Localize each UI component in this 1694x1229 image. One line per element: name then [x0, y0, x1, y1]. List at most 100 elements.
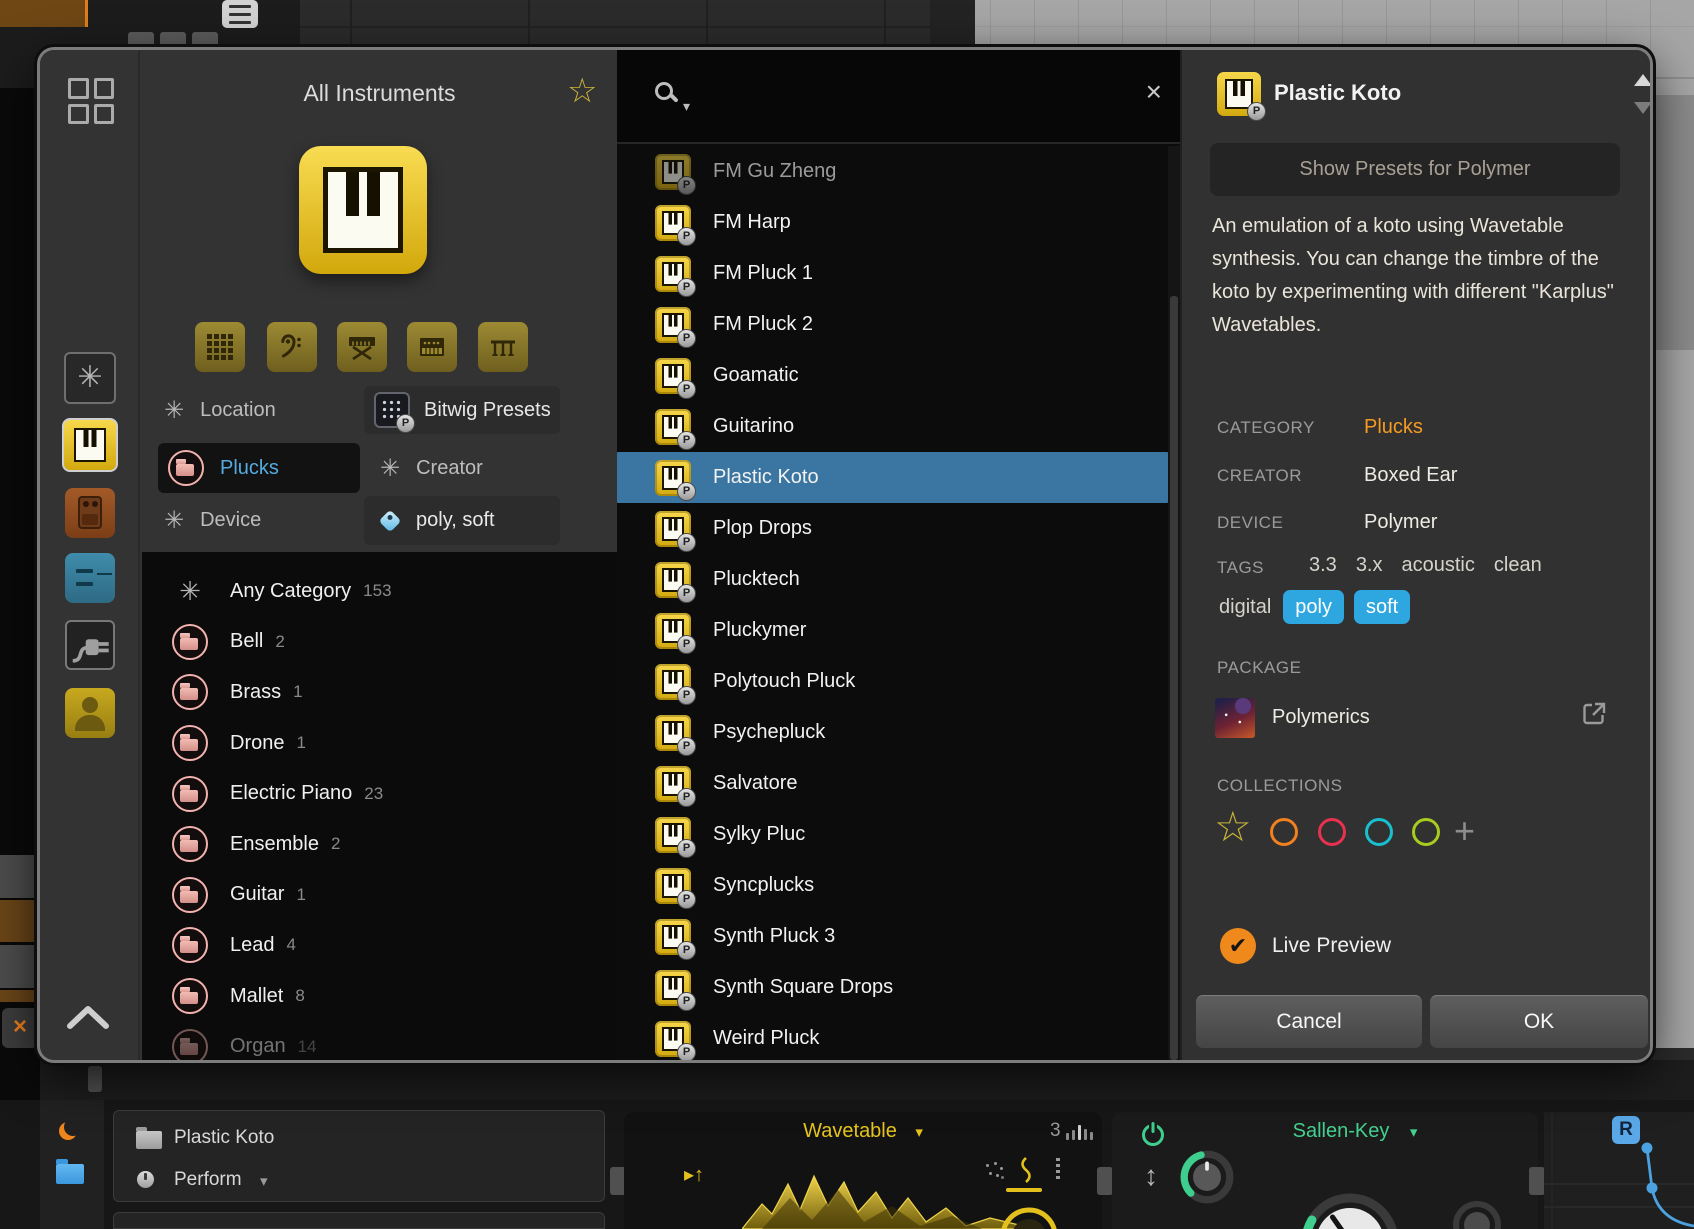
cancel-button[interactable]: Cancel: [1196, 995, 1422, 1048]
rail-effects-button[interactable]: [65, 488, 115, 538]
preset-list-item[interactable]: Weird Pluck: [617, 1013, 1168, 1060]
scrollbar-thumb[interactable]: [1170, 296, 1178, 1060]
tag[interactable]: 3.3: [1309, 554, 1337, 577]
updown-arrows-icon[interactable]: ↕: [1144, 1160, 1158, 1192]
moon-icon[interactable]: [64, 1118, 82, 1136]
package-thumbnail[interactable]: [1215, 698, 1255, 738]
preset-list-item[interactable]: Pluckymer: [617, 605, 1168, 656]
category-item-any[interactable]: ✳ Any Category 153: [142, 566, 617, 617]
tag-active-chip[interactable]: poly: [1283, 590, 1344, 624]
preset-list-item[interactable]: Synth Square Drops: [617, 962, 1168, 1013]
category-value[interactable]: Plucks: [1364, 416, 1423, 439]
wavetable-knob[interactable]: [996, 1206, 1062, 1229]
wavetable-header[interactable]: Wavetable ▾: [624, 1120, 1102, 1143]
spread-icon[interactable]: [982, 1160, 1004, 1182]
collection-circle-red[interactable]: [1318, 818, 1346, 846]
preset-list-item[interactable]: Syncplucks: [617, 860, 1168, 911]
type-filter-keyboard-button[interactable]: [337, 322, 387, 372]
category-item[interactable]: Mallet8: [142, 971, 617, 1022]
filter-creator[interactable]: ✳ Creator: [380, 443, 483, 493]
preset-list-item[interactable]: FM Gu Zheng: [617, 146, 1168, 197]
device-value[interactable]: Polymer: [1364, 511, 1437, 534]
keytrack-arrow-icon[interactable]: ▸↑: [684, 1162, 704, 1187]
preset-list-item[interactable]: Guitarino: [617, 401, 1168, 452]
track-handle[interactable]: [88, 1066, 102, 1092]
filter-location[interactable]: ✳ Location: [164, 386, 276, 434]
filter-knob-extra[interactable]: [1450, 1198, 1504, 1229]
category-item[interactable]: Bell2: [142, 617, 617, 668]
filter-tags-chip[interactable]: poly, soft: [364, 496, 560, 545]
live-preview-checkbox[interactable]: ✔: [1220, 928, 1256, 964]
add-collection-icon[interactable]: +: [1454, 810, 1475, 852]
close-icon[interactable]: ×: [1146, 78, 1162, 106]
search-bar[interactable]: ▾ ×: [617, 50, 1180, 144]
filter-bitwig-presets-chip[interactable]: Bitwig Presets: [364, 386, 560, 434]
preset-list-item[interactable]: FM Pluck 2: [617, 299, 1168, 350]
category-item[interactable]: Drone1: [142, 718, 617, 769]
filter-knob-small[interactable]: [1178, 1148, 1236, 1206]
preset-list-item[interactable]: Polytouch Pluck: [617, 656, 1168, 707]
filter-title[interactable]: Sallen-Key: [1293, 1120, 1390, 1142]
collection-circle-cyan[interactable]: [1365, 818, 1393, 846]
package-name[interactable]: Polymerics: [1272, 706, 1370, 729]
wavetable-title[interactable]: Wavetable: [803, 1120, 897, 1142]
rail-presets-button[interactable]: [65, 553, 115, 603]
results-scrollbar[interactable]: [1168, 146, 1180, 1060]
tag[interactable]: 3.x: [1356, 554, 1383, 577]
wave-mode-icon[interactable]: [1016, 1156, 1036, 1189]
creator-value[interactable]: Boxed Ear: [1364, 464, 1457, 487]
collection-star-icon[interactable]: ☆: [1214, 806, 1252, 848]
filter-device[interactable]: ✳ Device: [164, 496, 261, 545]
preset-list-item[interactable]: FM Harp: [617, 197, 1168, 248]
preset-list-item[interactable]: Goamatic: [617, 350, 1168, 401]
device-preset-name[interactable]: Plastic Koto: [174, 1127, 274, 1149]
category-item[interactable]: Ensemble2: [142, 819, 617, 870]
external-link-icon[interactable]: [1580, 700, 1608, 728]
collection-circle-orange[interactable]: [1270, 818, 1298, 846]
rail-any-type-button[interactable]: ✳: [64, 352, 116, 404]
preset-list-item[interactable]: Plastic Koto: [617, 452, 1168, 503]
collapse-chevron-icon[interactable]: [62, 1002, 114, 1032]
type-filter-pads-button[interactable]: [195, 322, 245, 372]
perform-caret-icon[interactable]: ▾: [260, 1172, 268, 1190]
category-item[interactable]: Organ14: [142, 1021, 617, 1060]
background-mini-button[interactable]: [192, 32, 218, 48]
type-filter-percussion-button[interactable]: [478, 322, 528, 372]
search-input[interactable]: [709, 76, 1109, 118]
category-item[interactable]: Lead4: [142, 920, 617, 971]
preset-list-item[interactable]: Synth Pluck 3: [617, 911, 1168, 962]
tag[interactable]: acoustic: [1402, 554, 1475, 577]
type-filter-bass-button[interactable]: [267, 322, 317, 372]
search-caret-icon[interactable]: ▾: [683, 98, 690, 115]
show-presets-button[interactable]: Show Presets for Polymer: [1210, 143, 1620, 196]
hamburger-menu-icon[interactable]: [222, 0, 258, 28]
preset-list-item[interactable]: Psychepluck: [617, 707, 1168, 758]
tag-active-chip[interactable]: soft: [1354, 590, 1410, 624]
preset-list-item[interactable]: Plop Drops: [617, 503, 1168, 554]
next-preset-button[interactable]: [1634, 102, 1650, 114]
device-header-box[interactable]: Plastic Koto Perform ▾: [113, 1110, 605, 1202]
rail-user-content-button[interactable]: [65, 688, 115, 738]
wavetable-caret-icon[interactable]: ▾: [915, 1124, 923, 1141]
preset-list-item[interactable]: Plucktech: [617, 554, 1168, 605]
filter-caret-icon[interactable]: ▾: [1410, 1124, 1418, 1141]
preset-list-item[interactable]: Salvatore: [617, 758, 1168, 809]
grid-view-icon[interactable]: [68, 78, 114, 124]
tag[interactable]: digital: [1219, 596, 1271, 619]
favorite-star-icon[interactable]: ☆: [567, 74, 597, 108]
type-filter-synth-button[interactable]: [407, 322, 457, 372]
category-item[interactable]: Guitar1: [142, 870, 617, 921]
line-mode-icon[interactable]: [1056, 1158, 1060, 1182]
envelope-curve[interactable]: [1544, 1112, 1694, 1229]
previous-preset-button[interactable]: [1634, 74, 1650, 86]
category-item[interactable]: Electric Piano23: [142, 768, 617, 819]
preset-list-item[interactable]: Sylky Pluc: [617, 809, 1168, 860]
preset-list-item[interactable]: FM Pluck 1: [617, 248, 1168, 299]
filter-header[interactable]: Sallen-Key ▾: [1112, 1120, 1538, 1143]
tag[interactable]: clean: [1494, 554, 1542, 577]
perform-mode-label[interactable]: Perform: [174, 1169, 242, 1191]
background-mini-button[interactable]: [160, 32, 186, 48]
collection-circle-green[interactable]: [1412, 818, 1440, 846]
background-mini-button[interactable]: [128, 32, 154, 48]
filter-category-chip[interactable]: Plucks: [158, 443, 360, 493]
